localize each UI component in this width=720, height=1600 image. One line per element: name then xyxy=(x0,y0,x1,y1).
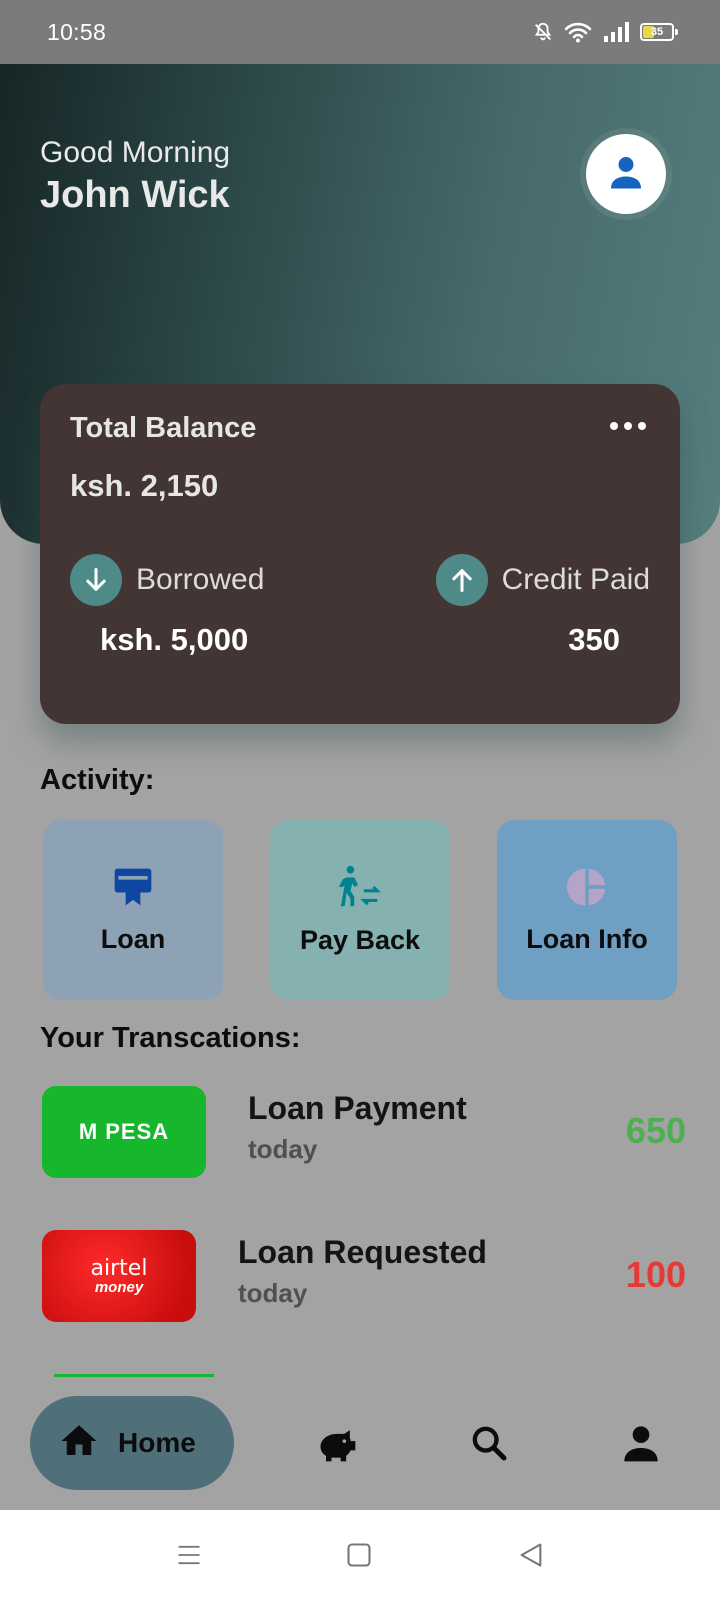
mpesa-logo: M PESA xyxy=(42,1086,206,1178)
system-navigation-bar xyxy=(0,1510,720,1600)
bottom-navigation: Home xyxy=(0,1380,720,1510)
airtel-money-logo: airtel money xyxy=(42,1230,196,1322)
profile-avatar-button[interactable] xyxy=(586,134,666,214)
loan-tile[interactable]: Loan xyxy=(43,820,223,1000)
back-icon[interactable] xyxy=(514,1538,548,1572)
pie-chart-icon xyxy=(565,865,609,914)
status-bar: 10:58 35 xyxy=(0,0,720,64)
transaction-row[interactable]: M PESA Loan Payment today 650 xyxy=(0,1086,720,1186)
credit-paid-value: 350 xyxy=(568,622,620,657)
transaction-name: Loan Requested xyxy=(238,1234,487,1270)
person-icon xyxy=(608,154,644,195)
card-icon xyxy=(111,865,155,914)
airtel-logo-subtext: money xyxy=(94,1278,144,1296)
mpesa-logo-text: M PESA xyxy=(78,1119,170,1144)
home-square-icon[interactable] xyxy=(342,1538,376,1572)
wifi-icon xyxy=(564,21,592,43)
total-balance-value: ksh. 2,150 xyxy=(70,468,219,503)
loan-tile-label: Loan xyxy=(100,924,166,954)
loan-info-tile-label: Loan Info xyxy=(526,924,648,954)
pay-back-tile-label: Pay Back xyxy=(299,925,421,955)
pay-back-tile[interactable]: Pay Back xyxy=(270,820,450,1000)
total-balance-label: Total Balance xyxy=(70,412,257,444)
transaction-name: Loan Payment xyxy=(248,1090,467,1126)
balance-card: Total Balance ksh. 2,150 Borrowed Credit… xyxy=(40,384,680,724)
status-time: 10:58 xyxy=(47,18,107,45)
menu-icon[interactable] xyxy=(172,1538,206,1572)
battery-level: 35 xyxy=(650,26,664,38)
transaction-amount: 100 xyxy=(625,1254,686,1295)
transactions-list: M PESA Loan Payment today 650 airtel mon… xyxy=(0,1080,720,1380)
arrow-up-icon xyxy=(435,554,488,606)
activity-title: Activity: xyxy=(40,764,155,796)
arrow-down-icon xyxy=(70,554,122,606)
loan-info-tile[interactable]: Loan Info xyxy=(497,820,677,1000)
borrowed-label: Borrowed xyxy=(136,563,265,596)
greeting-text: Good Morning xyxy=(40,136,231,169)
credit-paid-stat: Credit Paid xyxy=(435,554,650,606)
mute-notification-icon xyxy=(532,21,554,43)
battery-icon: 35 xyxy=(640,23,678,41)
home-icon xyxy=(58,1420,100,1467)
next-transaction-peek xyxy=(54,1374,214,1377)
status-icons: 35 xyxy=(532,21,678,43)
transactions-title: Your Transcations: xyxy=(40,1022,301,1054)
search-icon[interactable] xyxy=(466,1420,512,1466)
walking-transfer-icon xyxy=(337,864,383,915)
airtel-logo-text: airtel xyxy=(90,1255,148,1281)
nav-home-label: Home xyxy=(118,1427,196,1458)
borrowed-value: ksh. 5,000 xyxy=(100,622,249,657)
transaction-time: today xyxy=(248,1134,318,1164)
piggy-bank-icon[interactable] xyxy=(314,1420,360,1466)
signal-icon xyxy=(602,21,630,43)
borrowed-stat: Borrowed xyxy=(70,554,264,606)
profile-icon[interactable] xyxy=(618,1420,664,1466)
activity-tiles: Loan Pay Back Loan Info xyxy=(43,820,677,1000)
transaction-time: today xyxy=(238,1278,308,1308)
transaction-amount: 650 xyxy=(625,1110,686,1151)
nav-home-button[interactable]: Home xyxy=(30,1396,234,1490)
more-options-icon[interactable] xyxy=(610,422,646,430)
greeting-block: Good Morning John Wick xyxy=(40,136,230,217)
transaction-row[interactable]: airtel money Loan Requested today 100 xyxy=(0,1230,720,1330)
user-name: John Wick xyxy=(40,174,230,216)
credit-paid-label: Credit Paid xyxy=(501,563,650,596)
